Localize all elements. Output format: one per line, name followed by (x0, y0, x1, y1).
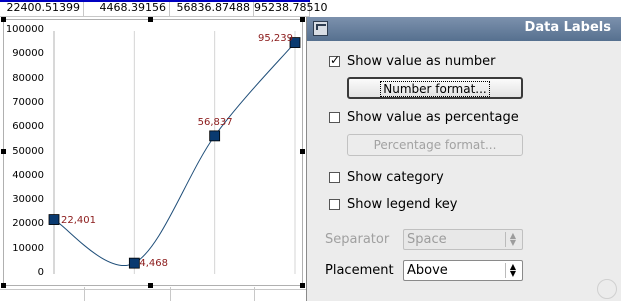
show-value-percentage-row[interactable]: Show value as percentage (329, 109, 519, 125)
plot-svg (48, 31, 301, 274)
number-format-label: Number format... (380, 81, 490, 97)
data-label: 22,401 (61, 214, 96, 226)
selection-top (0, 0, 310, 2)
data-label: 56,837 (197, 116, 233, 128)
grid-line (84, 287, 85, 301)
data-row: 22400.51399 4468.39156 56836.87488 95238… (0, 0, 327, 17)
resize-grip-icon[interactable] (597, 279, 617, 299)
dialog-title: Data Labels (524, 20, 611, 35)
separator-value: Space (407, 232, 447, 247)
cell-c[interactable]: 56836.87488 (170, 0, 254, 16)
grid-line (170, 287, 171, 301)
placement-value: Above (407, 263, 448, 278)
number-format-button[interactable]: Number format... (347, 77, 523, 99)
grid-line (0, 289, 306, 290)
show-legend-key-checkbox[interactable] (329, 198, 340, 210)
chart[interactable]: 0 10000 20000 30000 40000 50000 60000 70000 8000… (0, 17, 306, 288)
data-point-marker[interactable] (209, 130, 221, 142)
show-value-number-row[interactable]: Show value as number (329, 53, 495, 69)
series-line[interactable] (53, 42, 296, 266)
grid-line (254, 287, 255, 301)
placement-label: Placement (325, 263, 394, 278)
percentage-format-button[interactable]: Percentage format... (347, 134, 523, 156)
show-category-row[interactable]: Show category (329, 169, 444, 185)
show-category-checkbox[interactable] (329, 171, 340, 183)
percentage-format-label: Percentage format... (373, 138, 497, 152)
spin-arrows-icon: ▲ ▼ (505, 263, 520, 278)
cell-b[interactable]: 4468.39156 (84, 0, 170, 16)
data-label: 95,239 (258, 32, 293, 44)
show-value-number-label: Show value as number (347, 53, 496, 69)
cell-d[interactable]: 95238.78510 (254, 0, 327, 16)
show-value-percentage-label: Show value as percentage (347, 109, 519, 125)
dialog-titlebar[interactable]: Data Labels (307, 17, 621, 41)
show-value-percentage-checkbox[interactable] (329, 111, 340, 123)
show-category-label: Show category (347, 169, 444, 185)
cell-a[interactable]: 22400.51399 (0, 0, 84, 16)
spin-arrows-icon: ▲ ▼ (505, 232, 520, 247)
show-value-number-checkbox[interactable] (329, 53, 340, 67)
show-legend-key-row[interactable]: Show legend key (329, 196, 457, 212)
data-point-marker[interactable] (128, 257, 140, 269)
data-point-marker[interactable] (48, 214, 60, 225)
window-menu-icon[interactable] (313, 21, 328, 36)
placement-select[interactable]: Above ▲ ▼ (403, 260, 523, 281)
separator-select[interactable]: Space ▲ ▼ (403, 229, 523, 250)
data-label: 4,468 (139, 258, 168, 270)
show-legend-key-label: Show legend key (347, 196, 458, 212)
data-labels-dialog: Data Labels Show value as number Number … (306, 17, 621, 301)
separator-label: Separator (325, 232, 390, 247)
